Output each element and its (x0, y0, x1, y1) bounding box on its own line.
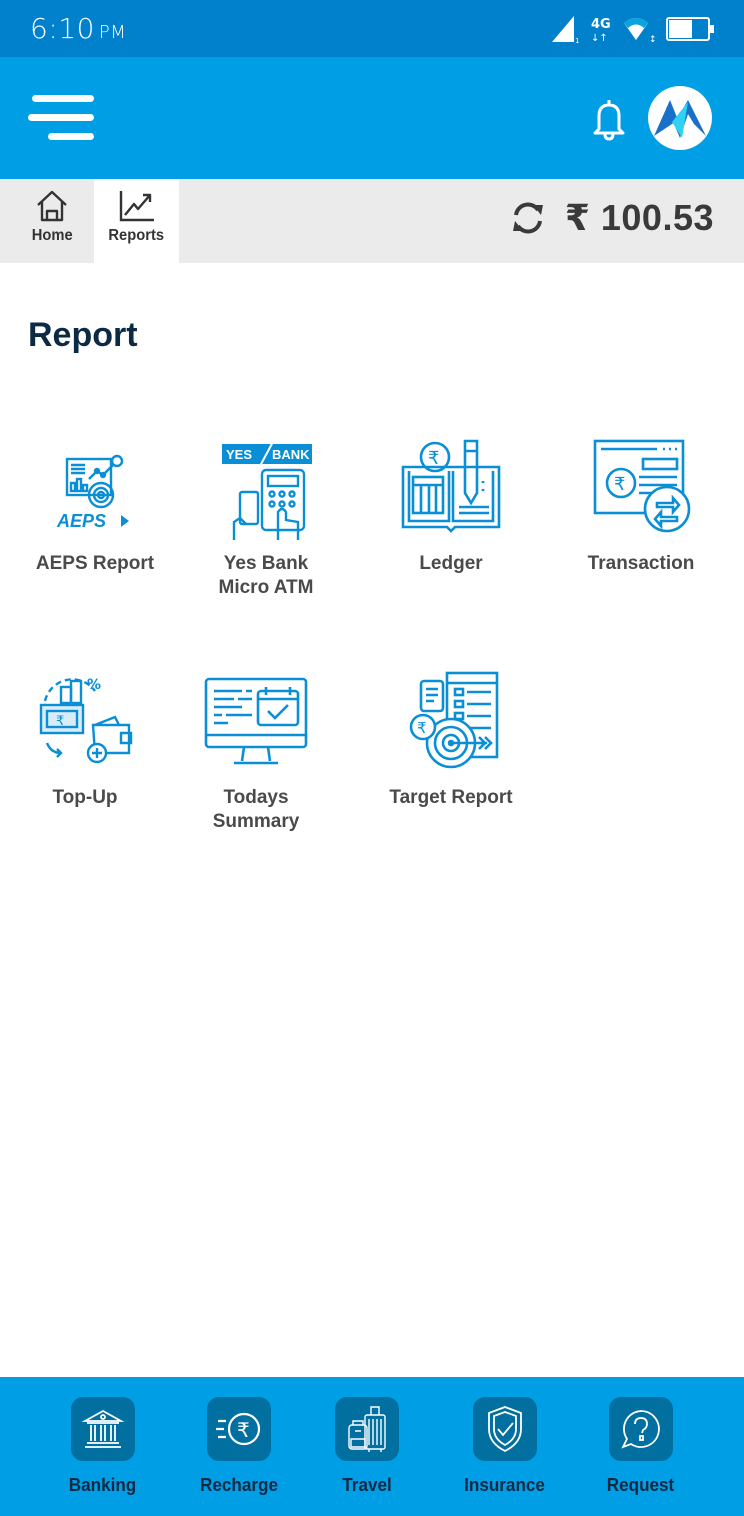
report-item-top-up[interactable]: % ₹ Top-Up (0, 666, 170, 810)
menu-line (32, 95, 94, 102)
refresh-icon[interactable] (509, 199, 547, 237)
report-item-transaction[interactable]: ₹ Transaction (556, 432, 726, 576)
report-item-label: Transaction (587, 553, 695, 574)
menu-line (48, 133, 94, 140)
status-time: 6:10 PM (30, 12, 126, 45)
bell-icon[interactable] (590, 97, 628, 141)
time-ampm: PM (98, 22, 127, 43)
svg-text:↕: ↕ (649, 35, 656, 44)
label-line-2: Micro ATM (218, 577, 314, 598)
svg-text:↓↑: ↓↑ (591, 33, 608, 44)
hamburger-menu-icon[interactable] (28, 95, 98, 143)
target-report-icon: ₹ (401, 666, 501, 776)
time-value: 6:10 (30, 12, 95, 45)
report-item-yes-bank-micro-atm[interactable]: YES BANK Yes Bank Micro ATM (181, 432, 351, 600)
bank-icon (71, 1397, 135, 1461)
network-4g-icon: 4G↓↑ (591, 17, 611, 44)
report-item-label: Target Report (389, 787, 513, 808)
status-bar: 6:10 PM 1 4G ↓↑ ↕ (0, 0, 744, 57)
brand-logo-mark (654, 100, 706, 138)
status-icons: 1 4G ↓↑ ↕ (552, 14, 716, 44)
transaction-icon: ₹ (591, 432, 691, 542)
svg-text:1: 1 (575, 37, 579, 44)
menu-line (28, 114, 94, 121)
nav-request-label: Request (607, 1475, 675, 1495)
svg-text:4G: 4G (591, 17, 611, 32)
nav-insurance[interactable]: Insurance (440, 1397, 570, 1496)
svg-text:₹: ₹ (56, 714, 64, 729)
nav-travel-label: Travel (342, 1475, 392, 1495)
aeps-logo-text: AEPS (56, 511, 106, 531)
label-line-1: Todays (223, 787, 289, 808)
todays-summary-icon (204, 666, 308, 776)
yes-badge-text: YES (226, 447, 252, 462)
wallet-balance: ₹ 100.53 (509, 197, 714, 239)
nav-recharge-label: Recharge (200, 1475, 278, 1495)
svg-text:₹: ₹ (237, 1418, 250, 1442)
currency-symbol: ₹ (564, 197, 591, 238)
rupee-recharge-icon: ₹ (207, 1397, 271, 1461)
ledger-icon: ₹ (401, 432, 501, 542)
chart-trend-icon (119, 191, 154, 222)
top-up-icon: % ₹ (35, 666, 135, 776)
report-item-label: Todays Summary (213, 786, 300, 834)
svg-text:%: % (87, 677, 101, 693)
sub-navigation-bar: Home Reports ₹ 100.53 (0, 179, 744, 263)
page-title: Report (28, 316, 138, 354)
svg-text:₹: ₹ (614, 474, 625, 495)
nav-travel[interactable]: Travel (302, 1397, 432, 1496)
label-line-1: Yes Bank (223, 553, 309, 574)
balance-amount: ₹ 100.53 (565, 197, 714, 239)
report-item-label: Yes Bank Micro ATM (219, 552, 314, 600)
report-item-label: Top-Up (52, 787, 118, 808)
nav-banking-label: Banking (69, 1475, 137, 1495)
wifi-icon: ↕ (624, 18, 656, 44)
nav-banking[interactable]: Banking (38, 1397, 168, 1496)
tab-reports-label: Reports (108, 227, 165, 244)
report-item-label: AEPS Report (35, 553, 155, 574)
bank-badge-text: BANK (272, 447, 310, 462)
nav-insurance-label: Insurance (464, 1475, 546, 1495)
home-icon (37, 190, 67, 222)
app-bar (0, 57, 744, 179)
bottom-navigation: Banking ₹ Recharge Travel Insurance Requ… (0, 1377, 744, 1516)
label-line-2: Summary (212, 811, 300, 832)
tab-reports[interactable]: Reports (94, 179, 179, 263)
tab-home-label: Home (31, 227, 73, 244)
report-item-aeps[interactable]: AEPS AEPS Report (10, 432, 180, 576)
report-item-target-report[interactable]: ₹ Target Report (366, 666, 536, 810)
battery-icon (666, 17, 714, 41)
balance-value: 100.53 (600, 197, 714, 238)
aeps-report-icon: AEPS (45, 432, 145, 542)
report-item-label: Ledger (419, 553, 483, 574)
luggage-icon (335, 1397, 399, 1461)
svg-text:₹: ₹ (417, 719, 427, 737)
report-item-todays-summary[interactable]: Todays Summary (171, 666, 341, 834)
nav-request[interactable]: Request (576, 1397, 706, 1496)
shield-check-icon (473, 1397, 537, 1461)
report-item-ledger[interactable]: ₹ Ledger (366, 432, 536, 576)
nav-recharge[interactable]: ₹ Recharge (174, 1397, 304, 1496)
yes-bank-micro-atm-icon: YES BANK (216, 432, 316, 542)
brand-logo[interactable] (648, 86, 712, 150)
signal-icon: 1 (552, 16, 579, 44)
help-chat-icon (609, 1397, 673, 1461)
tab-home[interactable]: Home (10, 179, 94, 263)
